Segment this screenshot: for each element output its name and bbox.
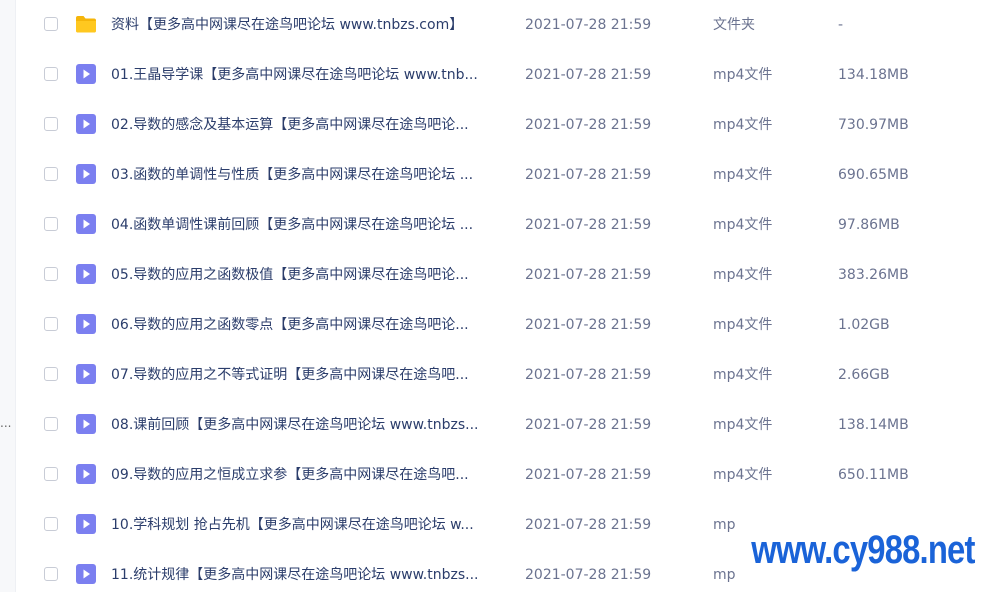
file-name[interactable]: 07.导数的应用之不等式证明【更多高中网课尽在途鸟吧... (111, 365, 506, 385)
row-checkbox[interactable] (44, 167, 58, 181)
file-type: mp4文件 (713, 117, 773, 133)
row-checkbox[interactable] (44, 467, 58, 481)
file-row[interactable]: 资料【更多高中网课尽在途鸟吧论坛 www.tnbzs.com】 2021-07-2… (16, 0, 990, 50)
file-size: 383.26MB (838, 267, 909, 283)
modified-date: 2021-07-28 21:59 (525, 467, 652, 483)
file-size: 97.86MB (838, 217, 900, 233)
file-row[interactable]: 05.导数的应用之函数极值【更多高中网课尽在途鸟吧论... 2021-07-28 … (16, 250, 990, 300)
file-name[interactable]: 10.学科规划 抢占先机【更多高中网课尽在途鸟吧论坛 w... (111, 515, 506, 535)
file-row[interactable]: 01.王晶导学课【更多高中网课尽在途鸟吧论坛 www.tnb... 2021-07… (16, 50, 990, 100)
video-file-icon (75, 64, 97, 84)
video-file-icon (75, 264, 97, 284)
file-size: 134.18MB (838, 67, 909, 83)
row-checkbox[interactable] (44, 267, 58, 281)
modified-date: 2021-07-28 21:59 (525, 167, 652, 183)
left-sidebar-edge (0, 0, 16, 592)
file-type: mp4文件 (713, 167, 773, 183)
video-file-icon (75, 364, 97, 384)
file-row[interactable]: 03.函数的单调性与性质【更多高中网课尽在途鸟吧论坛 ... 2021-07-28… (16, 150, 990, 200)
video-file-icon (75, 564, 97, 584)
modified-date: 2021-07-28 21:59 (525, 417, 652, 433)
folder-icon (75, 14, 97, 34)
modified-date: 2021-07-28 21:59 (525, 67, 652, 83)
file-type: mp (713, 517, 736, 533)
file-name[interactable]: 08.课前回顾【更多高中网课尽在途鸟吧论坛 www.tnbzs... (111, 415, 506, 435)
file-type: mp4文件 (713, 217, 773, 233)
file-size: - (838, 17, 844, 33)
modified-date: 2021-07-28 21:59 (525, 17, 652, 33)
video-file-icon (75, 314, 97, 334)
file-name[interactable]: 02.导数的感念及基本运算【更多高中网课尽在途鸟吧论... (111, 115, 506, 135)
file-row[interactable]: 08.课前回顾【更多高中网课尽在途鸟吧论坛 www.tnbzs... 2021-0… (16, 400, 990, 450)
file-name[interactable]: 04.函数单调性课前回顾【更多高中网课尽在途鸟吧论坛 ... (111, 215, 506, 235)
file-type: mp4文件 (713, 367, 773, 383)
video-file-icon (75, 214, 97, 234)
file-type: 文件夹 (713, 17, 755, 33)
row-checkbox[interactable] (44, 417, 58, 431)
row-checkbox[interactable] (44, 217, 58, 231)
file-name[interactable]: 01.王晶导学课【更多高中网课尽在途鸟吧论坛 www.tnb... (111, 65, 506, 85)
file-size: 650.11MB (838, 467, 909, 483)
file-name[interactable]: 11.统计规律【更多高中网课尽在途鸟吧论坛 www.tnbzs... (111, 565, 506, 585)
modified-date: 2021-07-28 21:59 (525, 517, 652, 533)
file-type: mp4文件 (713, 67, 773, 83)
file-size: 2.66GB (838, 367, 890, 383)
file-type: mp4文件 (713, 467, 773, 483)
file-type: mp4文件 (713, 267, 773, 283)
file-name[interactable]: 09.导数的应用之恒成立求参【更多高中网课尽在途鸟吧... (111, 465, 506, 485)
modified-date: 2021-07-28 21:59 (525, 567, 652, 583)
video-file-icon (75, 464, 97, 484)
file-name[interactable]: 资料【更多高中网课尽在途鸟吧论坛 www.tnbzs.com】 (111, 15, 506, 35)
file-row[interactable]: 09.导数的应用之恒成立求参【更多高中网课尽在途鸟吧... 2021-07-28 … (16, 450, 990, 500)
modified-date: 2021-07-28 21:59 (525, 317, 652, 333)
video-file-icon (75, 164, 97, 184)
video-file-icon (75, 114, 97, 134)
row-checkbox[interactable] (44, 117, 58, 131)
row-checkbox[interactable] (44, 367, 58, 381)
modified-date: 2021-07-28 21:59 (525, 267, 652, 283)
row-checkbox[interactable] (44, 67, 58, 81)
video-file-icon (75, 414, 97, 434)
file-type: mp (713, 567, 736, 583)
file-size: 690.65MB (838, 167, 909, 183)
file-name[interactable]: 03.函数的单调性与性质【更多高中网课尽在途鸟吧论坛 ... (111, 165, 506, 185)
file-row[interactable]: 04.函数单调性课前回顾【更多高中网课尽在途鸟吧论坛 ... 2021-07-28… (16, 200, 990, 250)
file-list: 资料【更多高中网课尽在途鸟吧论坛 www.tnbzs.com】 2021-07-2… (16, 0, 990, 592)
modified-date: 2021-07-28 21:59 (525, 117, 652, 133)
file-type: mp4文件 (713, 317, 773, 333)
file-type: mp4文件 (713, 417, 773, 433)
file-row[interactable]: 06.导数的应用之函数零点【更多高中网课尽在途鸟吧论... 2021-07-28 … (16, 300, 990, 350)
file-size: 1.02GB (838, 317, 890, 333)
file-row[interactable]: 02.导数的感念及基本运算【更多高中网课尽在途鸟吧论... 2021-07-28 … (16, 100, 990, 150)
modified-date: 2021-07-28 21:59 (525, 367, 652, 383)
row-checkbox[interactable] (44, 517, 58, 531)
file-size: 730.97MB (838, 117, 909, 133)
file-name[interactable]: 05.导数的应用之函数极值【更多高中网课尽在途鸟吧论... (111, 265, 506, 285)
file-name[interactable]: 06.导数的应用之函数零点【更多高中网课尽在途鸟吧论... (111, 315, 506, 335)
row-checkbox[interactable] (44, 567, 58, 581)
file-size: 138.14MB (838, 417, 909, 433)
file-row[interactable]: 07.导数的应用之不等式证明【更多高中网课尽在途鸟吧... 2021-07-28 … (16, 350, 990, 400)
watermark: www.cy988.net (748, 526, 978, 574)
row-checkbox[interactable] (44, 17, 58, 31)
row-checkbox[interactable] (44, 317, 58, 331)
modified-date: 2021-07-28 21:59 (525, 217, 652, 233)
video-file-icon (75, 514, 97, 534)
sidebar-ellipsis: ... (0, 416, 12, 430)
